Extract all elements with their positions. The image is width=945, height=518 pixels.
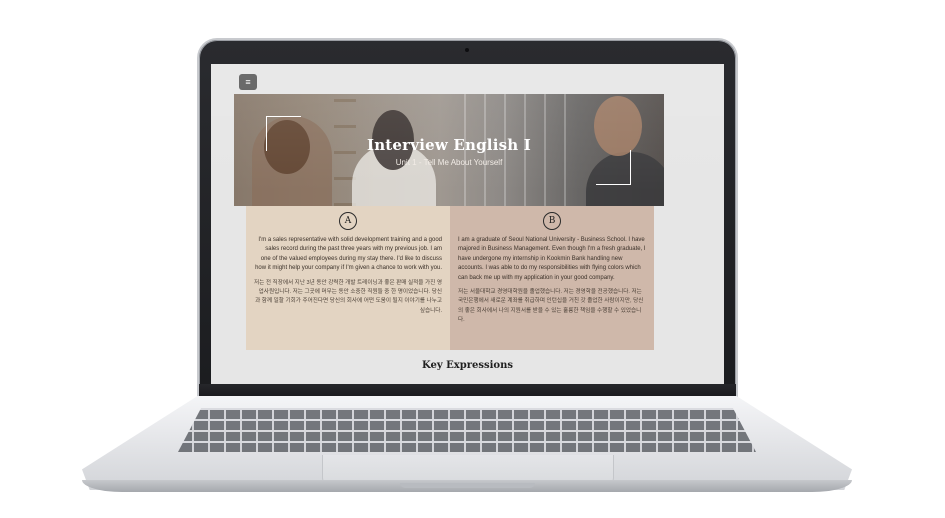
answer-card-a: A I'm a sales representative with solid …	[246, 206, 450, 350]
answer-card-b: B I am a graduate of Seoul National Univ…	[450, 206, 654, 350]
menu-button[interactable]: ≡	[239, 74, 257, 90]
badge-a: A	[339, 212, 357, 230]
page-subtitle: Unit 1 - Tell Me About Yourself	[395, 158, 503, 167]
camera-icon	[465, 48, 469, 52]
answer-b-korean: 저는 서울대학교 경영대학원을 졸업했습니다. 저는 경영학을 전공했습니다. …	[458, 289, 644, 324]
page-title: Interview English I	[366, 136, 531, 154]
lid-opening-notch	[400, 483, 535, 488]
answer-b-english: I am a graduate of Seoul National Univer…	[458, 237, 646, 281]
answer-a-korean: 저는 전 직장에서 지난 3년 동안 강력한 개발 트레이닝과 좋은 판매 실적…	[254, 279, 442, 314]
section-heading-key-expressions: Key Expressions	[422, 360, 513, 371]
hero-banner: Interview English I Unit 1 - Tell Me Abo…	[234, 94, 664, 206]
laptop-screen: ≡ Interview English I Unit 1 - Tell Me A…	[211, 64, 724, 384]
hamburger-icon: ≡	[245, 76, 251, 87]
laptop-lid: ≡ Interview English I Unit 1 - Tell Me A…	[199, 40, 736, 406]
frame-corner-bottom-right	[596, 150, 631, 185]
badge-b: B	[543, 212, 561, 230]
answer-a-english: I'm a sales representative with solid de…	[255, 237, 442, 272]
keyboard	[178, 408, 756, 452]
